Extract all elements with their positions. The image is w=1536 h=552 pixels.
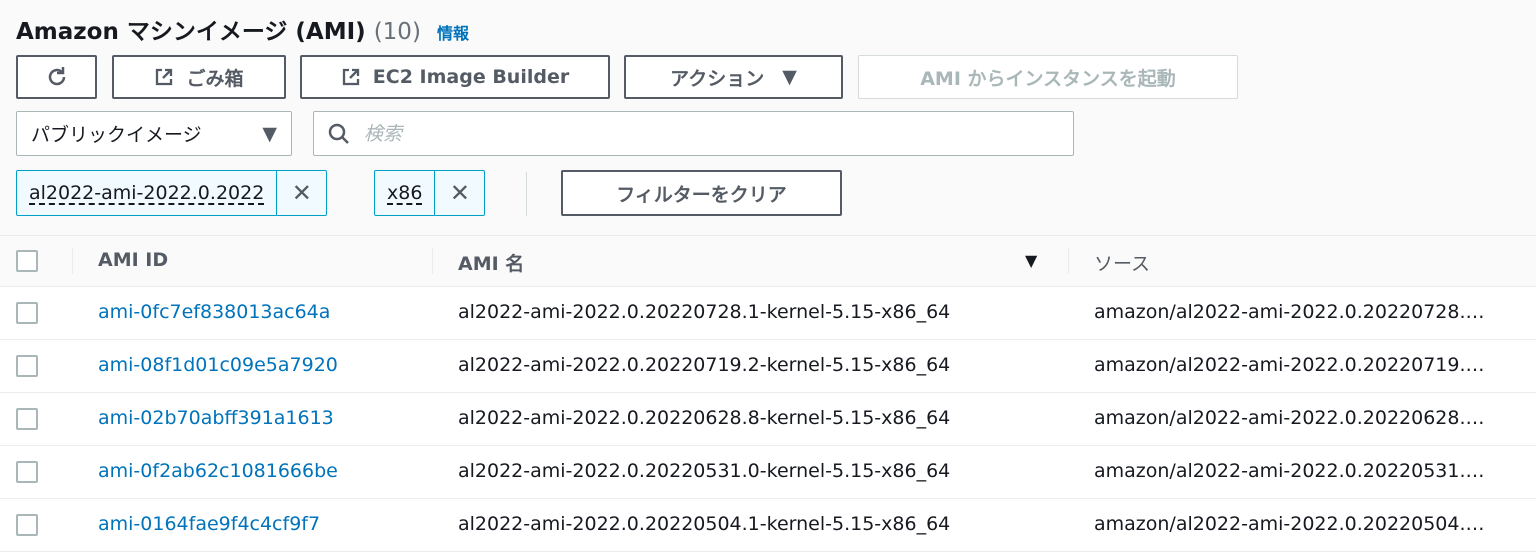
ami-name: al2022-ami-2022.0.20220504.1-kernel-5.15… — [458, 513, 951, 535]
close-icon[interactable]: ✕ — [434, 171, 484, 215]
table-row[interactable]: ami-02b70abff391a1613 al2022-ami-2022.0.… — [0, 393, 1536, 446]
filter-token-label[interactable]: x86 — [375, 171, 434, 215]
select-all-checkbox[interactable] — [16, 250, 38, 272]
ami-id-link[interactable]: ami-0fc7ef838013ac64a — [98, 301, 330, 323]
image-type-select[interactable]: パブリックイメージ ▼ — [16, 111, 292, 156]
actions-label: アクション — [670, 67, 765, 90]
sort-descending-icon[interactable]: ▼ — [1025, 251, 1037, 270]
external-link-icon — [342, 68, 359, 86]
column-header-ami-name[interactable]: AMI 名 — [458, 249, 524, 276]
ami-source: amazon/al2022-ami-2022.0.20220728.… — [1094, 301, 1485, 323]
ami-source: amazon/al2022-ami-2022.0.20220504.… — [1094, 513, 1485, 535]
ami-id-link[interactable]: ami-08f1d01c09e5a7920 — [98, 354, 338, 376]
caret-down-icon: ▼ — [782, 66, 797, 88]
filter-token-label[interactable]: al2022-ami-2022.0.2022 — [17, 171, 276, 215]
refresh-button[interactable] — [16, 55, 97, 99]
search-input[interactable] — [364, 122, 964, 145]
ami-name: al2022-ami-2022.0.20220728.1-kernel-5.15… — [458, 301, 951, 323]
external-link-icon — [156, 68, 173, 86]
page-title: Amazon マシンイメージ (AMI) (10) 情報 — [16, 12, 469, 46]
ami-name: al2022-ami-2022.0.20220531.0-kernel-5.15… — [458, 460, 951, 482]
row-checkbox[interactable] — [16, 355, 38, 377]
table-row[interactable]: ami-0f2ab62c1081666be al2022-ami-2022.0.… — [0, 446, 1536, 499]
ami-count: (10) — [373, 19, 421, 45]
column-divider — [72, 248, 73, 274]
image-type-value: パブリックイメージ — [31, 124, 202, 146]
table-row[interactable]: ami-0164fae9f4c4cf9f7 al2022-ami-2022.0.… — [0, 499, 1536, 552]
info-link[interactable]: 情報 — [437, 24, 469, 43]
title-text: Amazon マシンイメージ (AMI) — [16, 19, 366, 45]
ami-id-link[interactable]: ami-0f2ab62c1081666be — [98, 460, 338, 482]
ami-source: amazon/al2022-ami-2022.0.20220531.… — [1094, 460, 1485, 482]
row-checkbox[interactable] — [16, 408, 38, 430]
image-builder-button[interactable]: EC2 Image Builder — [300, 55, 610, 99]
search-field[interactable] — [313, 111, 1074, 156]
ami-id-link[interactable]: ami-0164fae9f4c4cf9f7 — [98, 513, 320, 535]
clear-filters-label: フィルターをクリア — [616, 183, 787, 206]
filter-token: x86 ✕ — [374, 170, 486, 216]
refresh-icon — [48, 67, 65, 86]
table-row[interactable]: ami-0fc7ef838013ac64a al2022-ami-2022.0.… — [0, 287, 1536, 340]
recycle-bin-button[interactable]: ごみ箱 — [112, 55, 286, 99]
actions-button[interactable]: アクション ▼ — [624, 55, 843, 99]
filter-token: al2022-ami-2022.0.2022 ✕ — [16, 170, 328, 216]
column-divider — [1068, 248, 1069, 274]
image-builder-label: EC2 Image Builder — [372, 66, 570, 88]
column-header-source[interactable]: ソース — [1094, 249, 1150, 276]
launch-instance-button[interactable]: AMI からインスタンスを起動 — [858, 55, 1238, 99]
divider — [526, 172, 527, 216]
column-header-ami-id[interactable]: AMI ID — [98, 249, 168, 271]
clear-filters-button[interactable]: フィルターをクリア — [561, 170, 842, 216]
ami-id-link[interactable]: ami-02b70abff391a1613 — [98, 407, 334, 429]
caret-down-icon: ▼ — [262, 122, 277, 145]
table-row[interactable]: ami-08f1d01c09e5a7920 al2022-ami-2022.0.… — [0, 340, 1536, 393]
ami-source: amazon/al2022-ami-2022.0.20220719.… — [1094, 354, 1485, 376]
row-checkbox[interactable] — [16, 514, 38, 536]
ami-source: amazon/al2022-ami-2022.0.20220628.… — [1094, 407, 1485, 429]
column-divider — [432, 248, 433, 274]
row-checkbox[interactable] — [16, 302, 38, 324]
row-checkbox[interactable] — [16, 461, 38, 483]
search-icon — [328, 123, 349, 144]
recycle-bin-label: ごみ箱 — [186, 67, 244, 90]
close-icon[interactable]: ✕ — [276, 171, 326, 215]
ami-name: al2022-ami-2022.0.20220719.2-kernel-5.15… — [458, 354, 951, 376]
table-header: AMI ID AMI 名 ▼ ソース — [0, 235, 1536, 287]
launch-label: AMI からインスタンスを起動 — [920, 67, 1176, 90]
ami-name: al2022-ami-2022.0.20220628.8-kernel-5.15… — [458, 407, 951, 429]
